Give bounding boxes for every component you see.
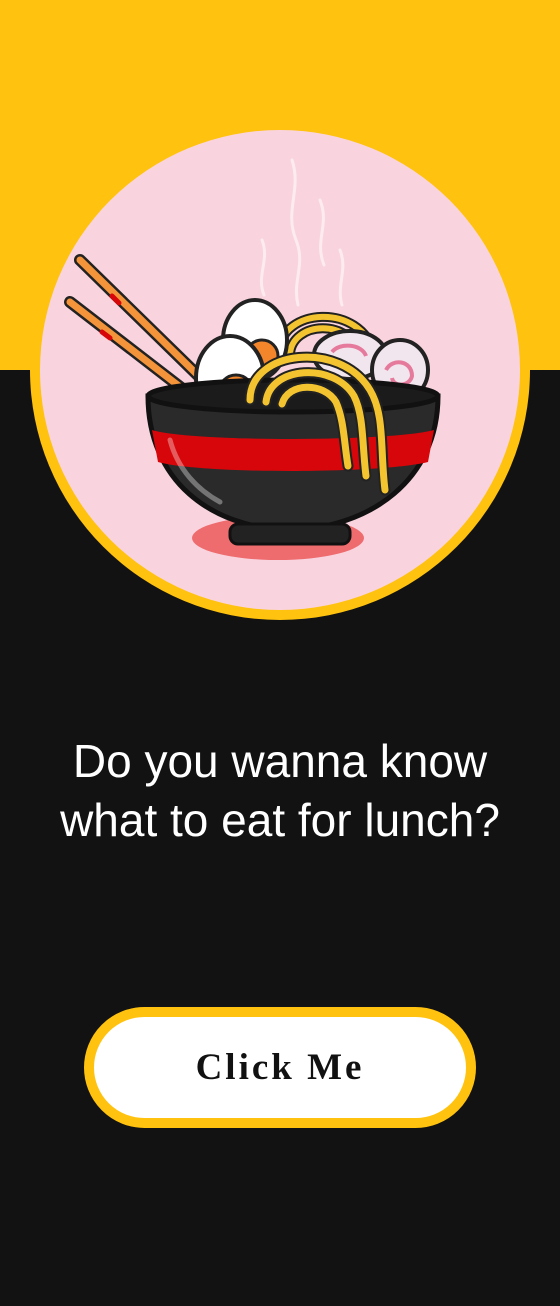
hero-illustration-container <box>40 130 520 610</box>
click-me-button[interactable]: Click Me <box>84 1007 476 1128</box>
ramen-bowl-illustration <box>64 158 441 560</box>
bowl-icon <box>145 377 441 546</box>
hero-circle-frame <box>30 120 530 620</box>
steam-icon <box>259 158 345 307</box>
headline-text: Do you wanna know what to eat for lunch? <box>60 735 500 846</box>
